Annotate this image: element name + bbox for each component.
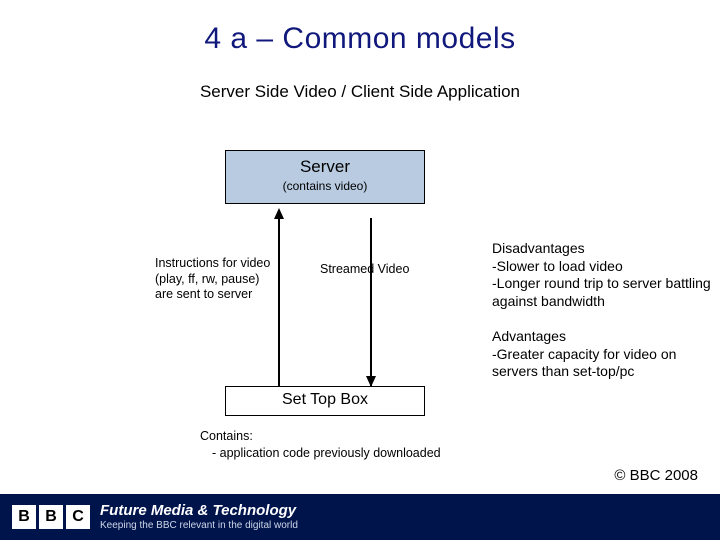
disadvantages-head: Disadvantages xyxy=(492,240,712,258)
footer-line1: Future Media & Technology xyxy=(100,503,298,520)
stb-box: Set Top Box xyxy=(225,386,425,416)
instructions-label: Instructions for video (play, ff, rw, pa… xyxy=(155,256,275,303)
footer-text: Future Media & Technology Keeping the BB… xyxy=(100,503,298,531)
bbc-logo: B B C xyxy=(12,505,90,529)
bbc-b1: B xyxy=(12,505,36,529)
disadvantage-2: -Longer round trip to server battling ag… xyxy=(492,275,712,310)
arrow-up-line xyxy=(278,218,280,386)
slide-title: 4 a – Common models xyxy=(0,22,720,56)
pros-cons: Disadvantages -Slower to load video -Lon… xyxy=(492,240,712,381)
streamed-label: Streamed Video xyxy=(320,262,440,276)
server-box: Server (contains video) xyxy=(225,150,425,204)
bbc-b2: B xyxy=(39,505,63,529)
advantages-head: Advantages xyxy=(492,328,712,346)
footer-line2: Keeping the BBC relevant in the digital … xyxy=(100,520,298,531)
copyright: © BBC 2008 xyxy=(614,467,698,484)
server-name: Server xyxy=(226,157,424,177)
server-sub: (contains video) xyxy=(226,179,424,193)
slide-subtitle: Server Side Video / Client Side Applicat… xyxy=(0,82,720,102)
contains-head: Contains: xyxy=(200,428,441,445)
stb-contains: Contains: - application code previously … xyxy=(200,428,441,462)
arrow-up-head xyxy=(274,208,284,219)
footer-bar: B B C Future Media & Technology Keeping … xyxy=(0,494,720,540)
stb-name: Set Top Box xyxy=(282,391,368,408)
arrow-down-line xyxy=(370,218,372,386)
bbc-c: C xyxy=(66,505,90,529)
disadvantage-1: -Slower to load video xyxy=(492,258,712,276)
contains-line1: - application code previously downloaded xyxy=(212,445,441,462)
advantage-1: -Greater capacity for video on servers t… xyxy=(492,346,712,381)
